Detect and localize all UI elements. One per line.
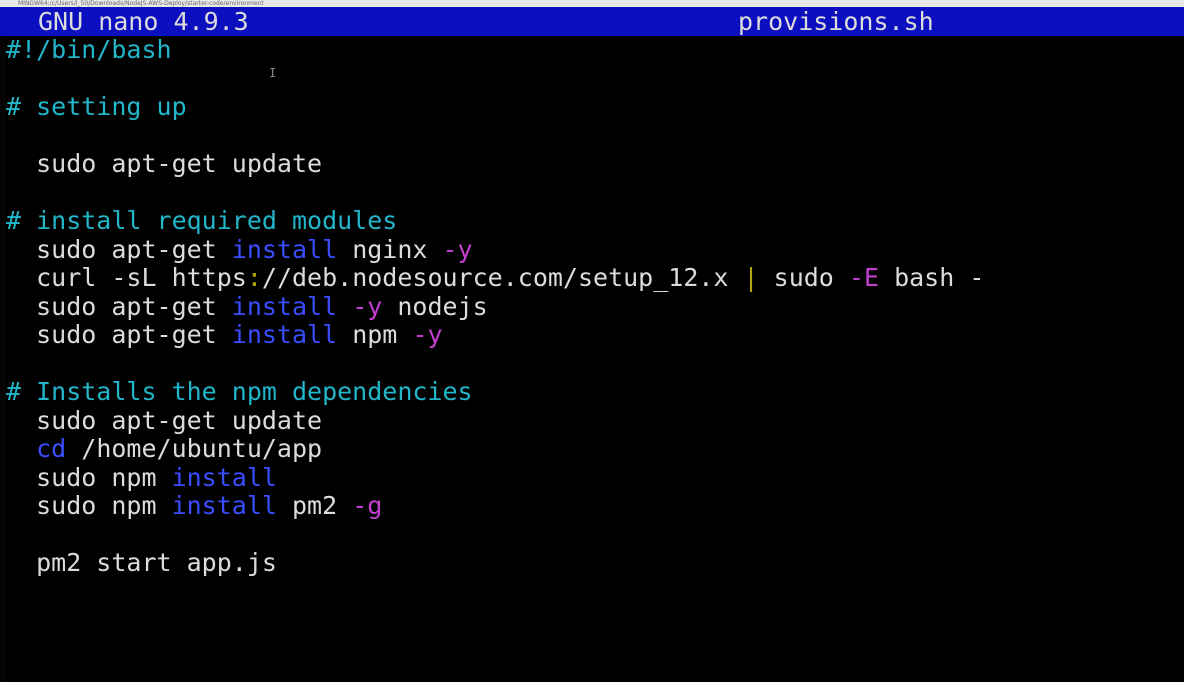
code-token: /home/ubuntu/app — [66, 434, 323, 463]
code-token: install — [171, 462, 277, 492]
code-token: install — [231, 320, 338, 349]
code-token: sudo apt-get — [6, 291, 232, 321]
nano-version-label: GNU nano 4.9.3 — [38, 7, 249, 36]
code-token: sudo npm — [6, 462, 172, 492]
nano-titlebar: GNU nano 4.9.3 provisions.sh — [0, 7, 1184, 36]
editor-line[interactable] — [6, 122, 1184, 151]
editor-line[interactable]: cd /home/ubuntu/app — [6, 434, 1184, 464]
nano-filename-label: provisions.sh — [738, 7, 934, 36]
code-token: sudo apt-get — [6, 234, 232, 264]
code-token: sudo apt-get update — [6, 405, 323, 435]
editor-line[interactable]: sudo apt-get install -y nodejs — [6, 291, 1184, 322]
editor-line[interactable]: sudo apt-get update — [6, 149, 1184, 179]
code-token: sudo npm — [6, 491, 172, 520]
window-path-bar: MINGW64:/c/Users/l_50/Downloads/NodeJS-A… — [0, 0, 1184, 7]
code-token: pm2 start app.js — [6, 548, 277, 577]
code-token: : — [246, 263, 262, 292]
code-token: nginx — [337, 234, 443, 264]
i-beam-cursor-icon: I — [269, 66, 277, 80]
code-token: sudo — [758, 263, 849, 292]
code-token: # install required modules — [6, 206, 398, 235]
editor-line[interactable]: #!/bin/bash — [6, 35, 1184, 65]
editor-line[interactable]: curl -sL https://deb.nodesource.com/setu… — [6, 263, 1184, 293]
code-token: install — [171, 491, 277, 520]
code-token: bash - — [879, 263, 985, 292]
code-token: cd — [36, 434, 67, 463]
code-token: curl -sL https — [6, 263, 247, 292]
editor-text-area[interactable]: #!/bin/bash # setting up sudo apt-get up… — [6, 35, 1184, 578]
editor-line[interactable]: sudo apt-get update — [6, 405, 1184, 436]
editor-line[interactable]: # Installs the npm dependencies — [6, 377, 1184, 407]
code-token: | — [743, 263, 759, 292]
editor-line[interactable]: sudo apt-get install nginx -y — [6, 234, 1184, 265]
code-token: -g — [352, 491, 383, 520]
editor-line[interactable]: # setting up — [6, 92, 1184, 122]
code-token: -y — [352, 291, 383, 321]
code-token: sudo apt-get update — [6, 149, 323, 178]
editor-line[interactable]: sudo npm install pm2 -g — [6, 491, 1184, 521]
code-token: #!/bin/bash — [6, 35, 172, 64]
code-token: nodejs — [382, 291, 488, 321]
window-path-text: MINGW64:/c/Users/l_50/Downloads/NodeJS-A… — [18, 0, 264, 7]
code-token: -y — [442, 234, 473, 264]
editor-line[interactable]: # install required modules — [6, 206, 1184, 236]
code-token: pm2 — [276, 491, 353, 520]
code-token: sudo apt-get — [6, 320, 232, 349]
code-token: install — [231, 234, 338, 264]
code-token: //deb.nodesource.com/setup_12.x — [261, 263, 744, 292]
code-token: # setting up — [6, 92, 187, 121]
editor-line[interactable]: pm2 start app.js — [6, 548, 1184, 578]
editor-line[interactable] — [6, 521, 1184, 550]
editor-line[interactable]: sudo apt-get install npm -y — [6, 320, 1184, 350]
code-token: # Installs the npm dependencies — [6, 377, 473, 406]
editor-line[interactable] — [6, 350, 1184, 379]
code-token: install — [231, 291, 338, 321]
editor-line[interactable]: sudo npm install — [6, 462, 1184, 493]
code-token: npm — [337, 320, 413, 349]
code-token: -E — [848, 263, 880, 292]
code-token: -y — [412, 320, 443, 349]
editor-line[interactable] — [6, 65, 1184, 94]
editor-line[interactable] — [6, 179, 1184, 208]
